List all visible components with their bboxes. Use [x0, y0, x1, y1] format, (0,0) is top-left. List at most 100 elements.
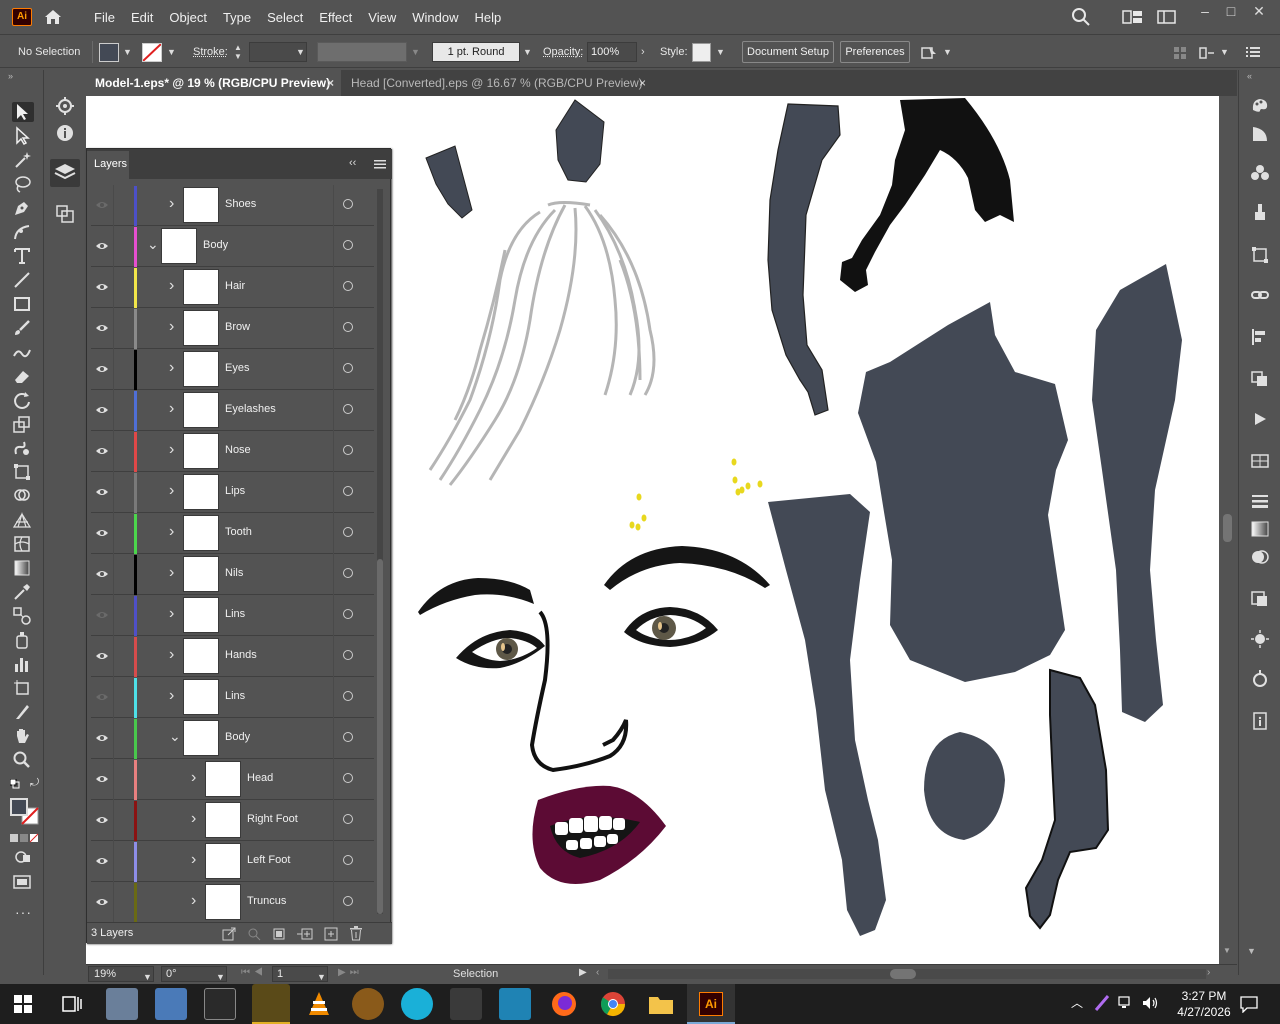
eye-icon[interactable] — [96, 445, 108, 455]
shaper-tool-icon[interactable] — [12, 342, 34, 362]
chevron-down-icon[interactable]: ▼ — [1247, 946, 1256, 956]
chevron-right-icon[interactable]: › — [169, 278, 174, 294]
menu-object[interactable]: Object — [161, 10, 215, 25]
target-icon[interactable] — [343, 404, 353, 414]
layer-name[interactable]: Brow — [225, 321, 250, 333]
chevron-down-icon[interactable]: ▼ — [523, 47, 532, 57]
eye-icon[interactable] — [96, 650, 108, 660]
gimp-icon[interactable] — [352, 988, 384, 1020]
default-fill-stroke-icon[interactable] — [9, 778, 20, 789]
chevron-down-icon[interactable]: ▼ — [167, 47, 176, 57]
scale-tool-icon[interactable] — [12, 414, 34, 434]
chevron-right-icon[interactable]: › — [169, 442, 174, 458]
chevron-right-icon[interactable]: › — [169, 524, 174, 540]
transform-icon[interactable] — [1198, 45, 1216, 61]
chevron-right-icon[interactable]: › — [191, 811, 196, 827]
layer-name[interactable]: Truncus — [247, 895, 286, 907]
layer-row[interactable]: › Left Foot — [91, 841, 374, 882]
chevron-right-icon[interactable]: › — [169, 606, 174, 622]
layer-name[interactable]: Shoes — [225, 198, 256, 210]
layer-name[interactable]: Head — [247, 772, 273, 784]
color-mode-buttons[interactable] — [10, 832, 40, 843]
clipping-mask-icon[interactable] — [272, 927, 286, 941]
screen-mode-icon[interactable] — [12, 874, 34, 890]
target-icon[interactable] — [343, 568, 353, 578]
notifications-icon[interactable] — [1240, 995, 1258, 1014]
panel-menu-icon[interactable] — [374, 158, 386, 170]
chevron-right-icon[interactable]: › — [169, 483, 174, 499]
layer-row[interactable]: › Right Foot — [91, 800, 374, 841]
eye-icon[interactable] — [96, 404, 108, 414]
info-icon[interactable] — [55, 123, 75, 143]
stroke-stepper[interactable]: ▲ ▼ — [232, 43, 244, 61]
eye-icon[interactable] — [96, 486, 108, 496]
lock-column[interactable] — [113, 759, 114, 800]
layer-name[interactable]: Lips — [225, 485, 245, 497]
scrollbar-thumb[interactable] — [377, 559, 383, 914]
chevron-right-icon[interactable]: › — [169, 360, 174, 376]
eye-icon[interactable] — [96, 322, 108, 332]
target-icon[interactable] — [343, 281, 353, 291]
artboard-next-buttons[interactable]: ▶⏭ — [338, 967, 363, 978]
menu-effect[interactable]: Effect — [311, 10, 360, 25]
pen-tool-icon[interactable] — [12, 198, 34, 218]
locate-object-icon[interactable] — [247, 927, 261, 941]
eye-icon[interactable] — [96, 609, 108, 619]
layer-name[interactable]: Eyes — [225, 362, 249, 374]
right-eye-shape[interactable] — [624, 607, 718, 647]
chevron-right-icon[interactable]: › — [191, 770, 196, 786]
draw-mode-icon[interactable] — [14, 850, 32, 864]
head-shape[interactable] — [924, 732, 1005, 840]
layer-row[interactable]: ⌄ Body — [91, 718, 374, 759]
shape-builder-tool-icon[interactable] — [12, 486, 34, 506]
right-leg-shape[interactable] — [1092, 264, 1182, 722]
transform-panel-icon[interactable] — [1250, 246, 1270, 264]
eye-icon[interactable] — [96, 527, 108, 537]
chevron-down-icon[interactable]: ▼ — [1223, 946, 1231, 955]
chevron-right-icon[interactable]: › — [169, 196, 174, 212]
lock-column[interactable] — [113, 841, 114, 882]
menu-file[interactable]: File — [86, 10, 123, 25]
target-icon[interactable] — [343, 773, 353, 783]
selection-tool-icon[interactable] — [12, 102, 34, 122]
eye-icon[interactable] — [96, 281, 108, 291]
eye-icon[interactable] — [96, 199, 108, 209]
lock-column[interactable] — [113, 882, 114, 922]
layer-name[interactable]: Left Foot — [247, 854, 290, 866]
layer-row[interactable]: › Truncus — [91, 882, 374, 922]
maximize-button[interactable]: □ — [1218, 0, 1244, 24]
mesh-tool-icon[interactable] — [12, 534, 34, 554]
eye-icon[interactable] — [96, 896, 108, 906]
windows-start-icon[interactable] — [14, 995, 32, 1013]
rotate-tool-icon[interactable] — [12, 390, 34, 410]
chevron-down-icon[interactable]: ▼ — [216, 970, 225, 984]
trash-icon[interactable] — [349, 926, 363, 941]
eyedropper-tool-icon[interactable] — [12, 582, 34, 602]
layer-row[interactable]: › Eyes — [91, 349, 374, 390]
home-icon[interactable] — [42, 6, 64, 28]
lock-column[interactable] — [113, 390, 114, 431]
target-icon[interactable] — [343, 322, 353, 332]
layer-name[interactable]: Body — [203, 239, 228, 251]
target-icon[interactable] — [343, 896, 353, 906]
properties-icon[interactable] — [1250, 452, 1270, 470]
opacity-field[interactable]: 100% — [587, 42, 637, 62]
line-segment-tool-icon[interactable] — [12, 270, 34, 290]
volume-icon[interactable] — [1141, 995, 1159, 1011]
symbol-sprayer-tool-icon[interactable] — [12, 630, 34, 650]
target-icon[interactable] — [343, 486, 353, 496]
vlc-icon[interactable] — [303, 988, 335, 1020]
preferences-button[interactable]: Preferences — [840, 41, 910, 63]
layers-tab[interactable]: Layers — [87, 151, 129, 179]
store-icon[interactable] — [499, 988, 531, 1020]
recolor-artwork-icon[interactable] — [920, 45, 938, 61]
lock-column[interactable] — [113, 800, 114, 841]
target-icon[interactable] — [343, 363, 353, 373]
variable-width-profile[interactable] — [317, 42, 407, 62]
layer-name[interactable]: Hands — [225, 649, 257, 661]
nose-shape[interactable] — [529, 610, 629, 773]
links-icon[interactable] — [1250, 286, 1270, 304]
brush-definition[interactable]: 1 pt. Round — [432, 42, 520, 62]
layer-row[interactable]: › Lins — [91, 677, 374, 718]
layer-row[interactable]: › Eyelashes — [91, 390, 374, 431]
